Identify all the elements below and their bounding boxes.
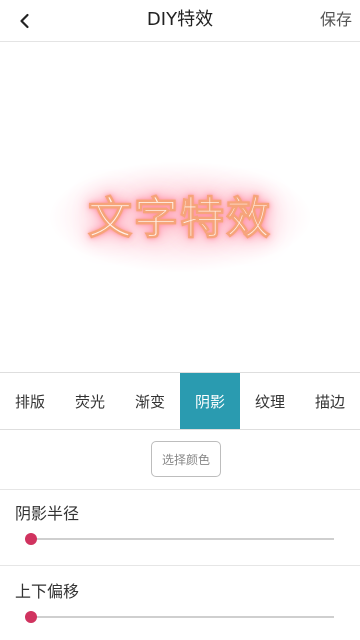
tab-layout[interactable]: 排版: [0, 373, 60, 429]
tab-texture[interactable]: 纹理: [240, 373, 300, 429]
tab-gradient[interactable]: 渐变: [120, 373, 180, 429]
tab-shadow[interactable]: 阴影: [180, 373, 240, 429]
vertical-offset-thumb[interactable]: [25, 611, 37, 623]
page-title: DIY特效: [146, 9, 214, 30]
vertical-offset-label: 上下偏移: [15, 582, 80, 601]
divider: [0, 489, 360, 490]
preview-area: 文字特效: [0, 42, 360, 372]
tab-stroke[interactable]: 描边: [300, 373, 360, 429]
shadow-radius-thumb[interactable]: [25, 533, 37, 545]
divider: [0, 565, 360, 566]
top-bar: DIY特效 保存: [0, 0, 360, 42]
preview-text: 文字特效: [88, 193, 272, 245]
tab-fluorescent[interactable]: 荧光: [60, 373, 120, 429]
screen: DIY特效 保存 文字特效 排版 荧光 渐变 阴影 纹理 描边 选择颜色 阴影半…: [0, 0, 360, 640]
save-button[interactable]: 保存: [320, 0, 352, 42]
effect-tabs: 排版 荧光 渐变 阴影 纹理 描边: [0, 372, 360, 430]
vertical-offset-slider[interactable]: [30, 616, 334, 618]
shadow-radius-slider[interactable]: [30, 538, 334, 540]
select-color-button[interactable]: 选择颜色: [151, 441, 221, 477]
shadow-radius-label: 阴影半径: [15, 504, 80, 523]
